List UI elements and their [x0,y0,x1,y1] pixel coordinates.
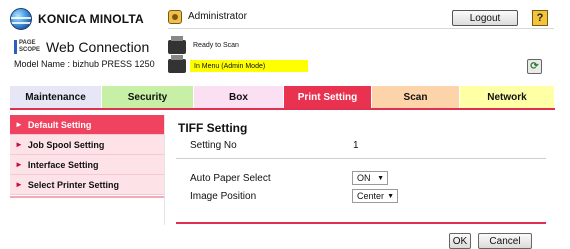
menu-item-job-spool-setting[interactable]: ► Job Spool Setting [10,135,164,155]
side-menu: ► Default Setting ► Job Spool Setting ► … [10,115,164,195]
section-divider [176,158,546,159]
caret-down-icon: ▼ [377,174,384,182]
scanner-status-icon [168,36,186,54]
scan-status-text: Ready to Scan [193,42,239,49]
header-divider [168,28,554,29]
tab-underline [10,108,555,110]
refresh-button[interactable]: ⟳ [527,59,542,74]
arrow-right-icon: ► [15,180,23,189]
tab-security[interactable]: Security [102,86,194,108]
page-title: TIFF Setting [178,121,248,135]
user-name: Administrator [188,11,247,22]
arrow-right-icon: ► [15,140,23,149]
image-position-dropdown[interactable]: Center ▼ [352,189,398,203]
content-divider [176,222,546,224]
tab-print-setting[interactable]: Print Setting [284,86,372,108]
logout-button[interactable]: Logout [452,10,518,26]
setting-no-value: 1 [353,140,359,151]
menu-item-default-setting[interactable]: ► Default Setting [10,115,164,135]
arrow-right-icon: ► [15,160,23,169]
arrow-right-icon: ► [15,120,23,129]
cancel-button[interactable]: Cancel [478,233,532,249]
menu-divider [10,196,164,198]
tab-network[interactable]: Network [460,86,555,108]
printer-status-icon [168,55,186,73]
mode-status-text: In Menu (Admin Mode) [190,60,308,72]
caret-down-icon: ▼ [387,192,394,200]
menu-item-interface-setting[interactable]: ► Interface Setting [10,155,164,175]
setting-no-label: Setting No [190,140,237,151]
product-name: Web Connection [46,39,150,55]
ok-button[interactable]: OK [449,233,471,249]
help-button[interactable]: ? [532,10,548,26]
model-name: Model Name : bizhub PRESS 1250 [14,59,155,69]
image-position-label: Image Position [190,191,257,202]
brand-name: KONICA MINOLTA [38,12,144,26]
auto-paper-select-label: Auto Paper Select [190,173,271,184]
main-tabs: Maintenance Security Box Print Setting S… [10,86,555,108]
globe-icon [10,8,32,30]
user-icon [168,10,182,24]
product-title: PAGE SCOPE Web Connection [14,38,149,56]
tab-box[interactable]: Box [194,86,284,108]
menu-border [164,115,165,225]
pagescope-icon: PAGE SCOPE [14,40,40,54]
menu-item-select-printer-setting[interactable]: ► Select Printer Setting [10,175,164,195]
brand-logo: KONICA MINOLTA [10,8,144,30]
tab-scan[interactable]: Scan [372,86,460,108]
tab-maintenance[interactable]: Maintenance [10,86,102,108]
auto-paper-select-dropdown[interactable]: ON ▼ [352,171,388,185]
